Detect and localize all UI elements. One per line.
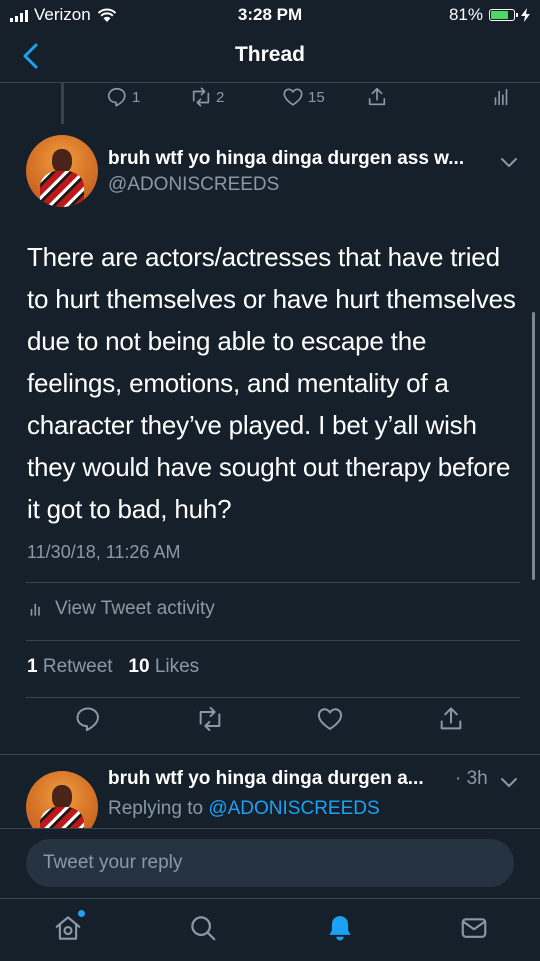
battery-percent: 81% <box>448 5 483 24</box>
status-bar: Verizon 3:28 PM 81% <box>0 0 540 30</box>
reply-avatar[interactable] <box>26 771 98 828</box>
author-name[interactable]: bruh wtf yo hinga dinga durgen ass w... <box>108 148 464 170</box>
share-button[interactable] <box>437 705 465 733</box>
nav-bar: Thread <box>0 30 540 83</box>
replying-prefix: Replying to <box>108 798 204 819</box>
previous-tweet-actions: 1 2 15 <box>0 86 540 112</box>
prev-like-button[interactable]: 15 <box>282 86 325 108</box>
prev-retweet-button[interactable]: 2 <box>190 86 224 108</box>
retweet-count[interactable]: 1 <box>27 656 38 677</box>
charging-bolt-icon <box>521 8 530 22</box>
like-count[interactable]: 10 <box>128 656 149 677</box>
page-title: Thread <box>234 43 305 66</box>
home-icon <box>55 916 81 940</box>
messages-icon <box>461 918 487 938</box>
tab-home[interactable] <box>53 910 85 943</box>
tweet-timestamp: 11/30/18, 11:26 AM <box>27 542 181 562</box>
prev-reply-count: 1 <box>132 88 141 106</box>
battery-icon <box>489 9 518 21</box>
prev-retweet-count: 2 <box>216 88 225 106</box>
divider <box>26 697 520 698</box>
view-tweet-activity[interactable]: View Tweet activity <box>27 598 215 620</box>
compose-area: Tweet your reply <box>0 828 540 899</box>
share-icon <box>440 707 462 730</box>
retweet-icon <box>192 87 210 107</box>
status-right: 81% <box>449 5 530 25</box>
tweet-header: bruh wtf yo hinga dinga durgen ass w... … <box>0 130 540 210</box>
new-content-dot <box>78 910 85 917</box>
chevron-down-icon[interactable] <box>500 156 518 168</box>
tab-messages[interactable] <box>459 913 489 943</box>
share-icon <box>368 87 386 106</box>
battery-level <box>491 11 508 19</box>
chevron-down-icon[interactable] <box>500 776 518 788</box>
author-handle[interactable]: @ADONISCREEDS <box>108 174 279 196</box>
section-divider <box>0 754 540 755</box>
tab-notifications[interactable] <box>325 913 355 943</box>
like-label[interactable]: Likes <box>155 656 199 677</box>
divider <box>26 640 520 641</box>
tweet-stats: 1 Retweet 10 Likes <box>27 656 199 678</box>
heart-icon <box>317 708 343 730</box>
avatar[interactable] <box>26 135 98 207</box>
reply-button[interactable] <box>74 705 102 733</box>
reply-icon <box>76 707 99 732</box>
notifications-icon <box>329 916 351 941</box>
analytics-icon <box>494 88 508 106</box>
reply-input[interactable]: Tweet your reply <box>26 839 514 887</box>
prev-share-button[interactable] <box>366 86 388 108</box>
divider <box>26 582 520 583</box>
replying-to: Replying to @ADONISCREEDS <box>108 798 380 820</box>
retweet-button[interactable] <box>196 705 224 733</box>
activity-label: View Tweet activity <box>55 598 215 619</box>
replying-handle-link[interactable]: @ADONISCREEDS <box>208 798 379 819</box>
prev-like-count: 15 <box>308 88 325 106</box>
reply-icon <box>107 87 126 107</box>
analytics-icon <box>30 603 40 616</box>
tab-bar <box>0 898 540 961</box>
scroll-indicator[interactable] <box>532 312 535 580</box>
reply-author-name[interactable]: bruh wtf yo hinga dinga durgen a... <box>108 768 424 790</box>
prev-reply-button[interactable]: 1 <box>106 86 140 108</box>
retweet-label[interactable]: Retweet <box>43 656 113 677</box>
tab-search[interactable] <box>188 913 218 943</box>
retweet-icon <box>199 706 221 732</box>
tweet-actions <box>0 705 540 745</box>
prev-activity-button[interactable] <box>490 86 512 108</box>
tweet-text: There are actors/actresses that have tri… <box>27 242 516 524</box>
like-button[interactable] <box>316 705 344 733</box>
heart-icon <box>283 88 303 106</box>
reply-age: · 3h <box>455 768 488 789</box>
reply-tweet[interactable]: bruh wtf yo hinga dinga durgen a... · 3h… <box>0 756 540 828</box>
search-icon <box>191 916 216 941</box>
